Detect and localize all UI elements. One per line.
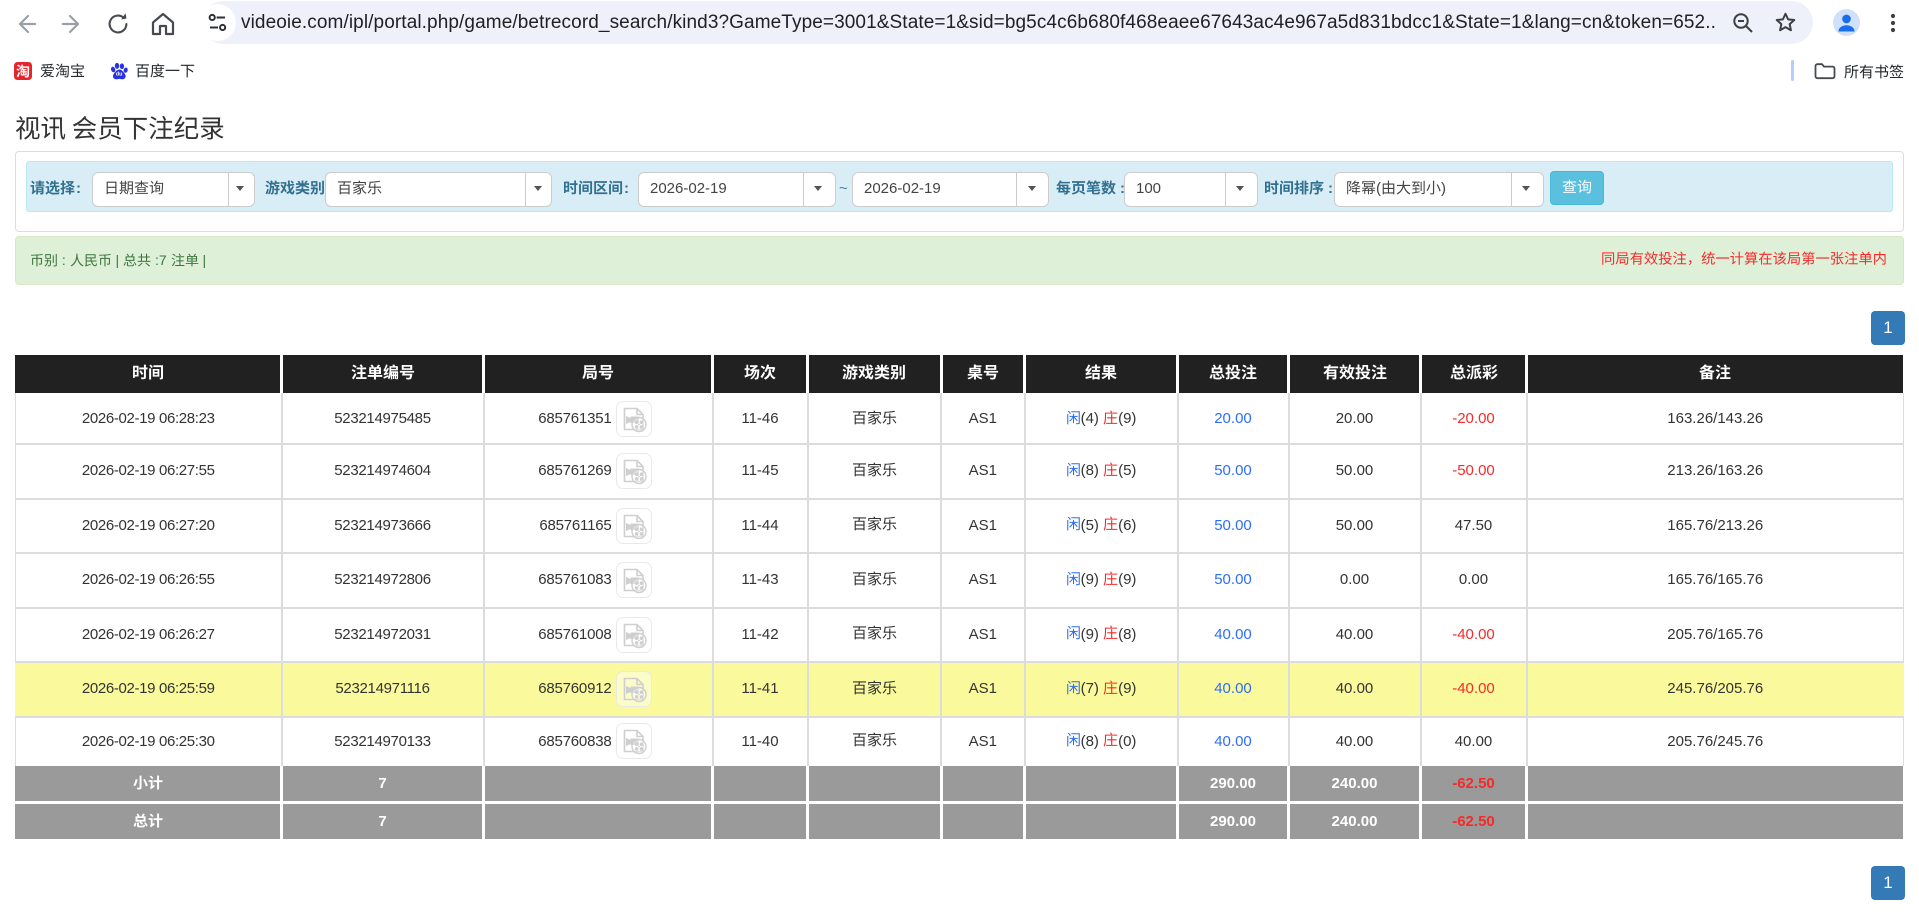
svg-text:du: du (116, 72, 123, 78)
